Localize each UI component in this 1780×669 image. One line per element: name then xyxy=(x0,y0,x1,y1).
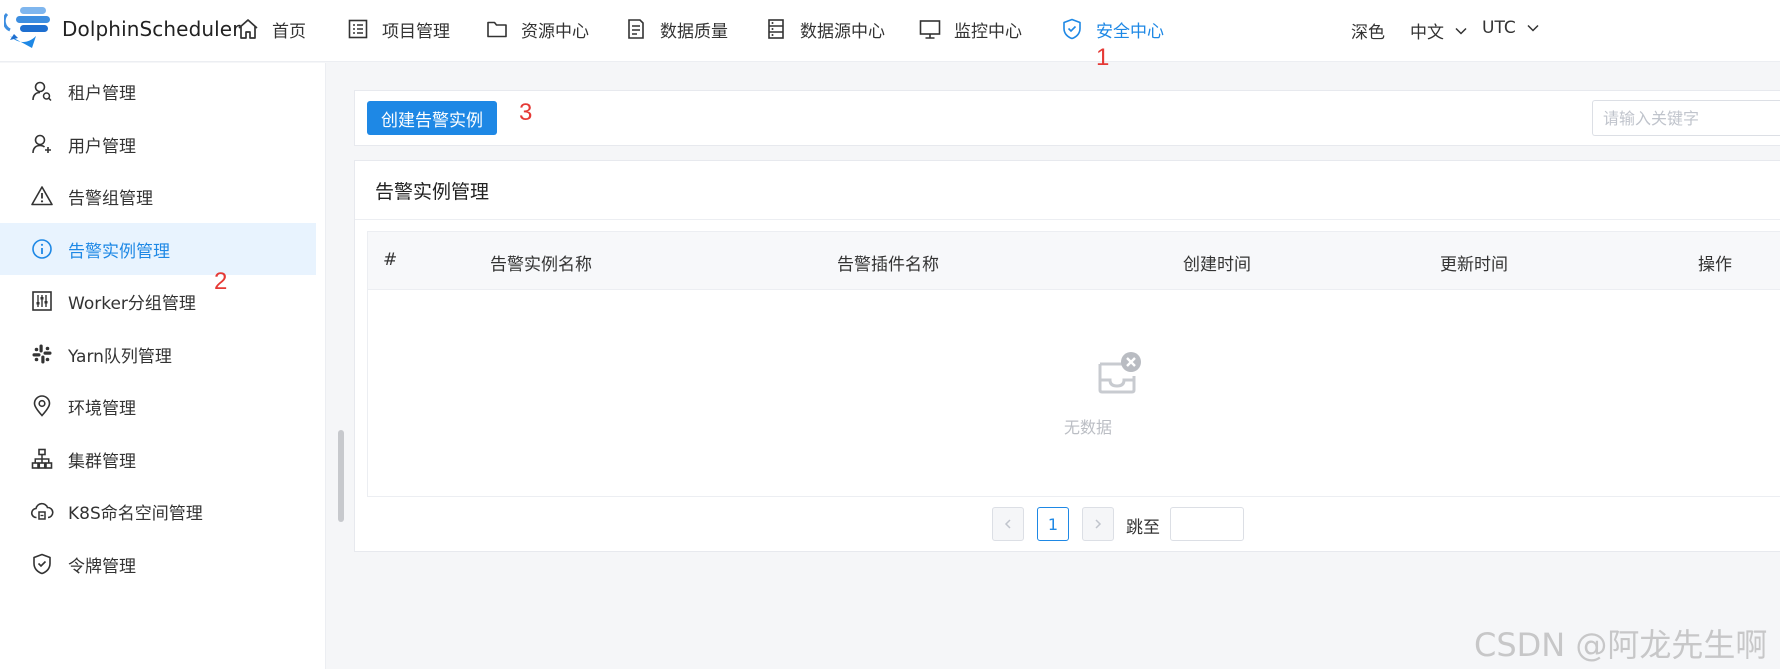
nav-label: 数据源中心 xyxy=(800,21,885,42)
column-header-operation: 操作 xyxy=(1698,255,1732,275)
nav-resources[interactable]: 资源中心 xyxy=(485,14,589,44)
sidebar-item-label: 集群管理 xyxy=(68,451,136,472)
datasource-icon xyxy=(764,17,788,41)
sidebar-item-token[interactable]: 令牌管理 xyxy=(0,538,316,590)
column-header-index: # xyxy=(383,250,398,270)
sidebar-item-label: 告警实例管理 xyxy=(68,241,170,262)
dolphinscheduler-logo[interactable] xyxy=(4,4,60,54)
data-quality-icon xyxy=(624,17,648,41)
annotation-marker-2: 2 xyxy=(214,268,228,295)
nav-monitor[interactable]: 监控中心 xyxy=(918,14,1022,44)
sidebar-item-label: 租户管理 xyxy=(68,83,136,104)
empty-data-text: 无数据 xyxy=(1063,418,1112,437)
alarm-instance-table: # 告警实例名称 告警插件名称 创建时间 更新时间 操作 无数据 xyxy=(367,231,1780,497)
divider xyxy=(355,219,1780,220)
timezone-label: UTC xyxy=(1482,18,1516,38)
sidebar-item-label: 环境管理 xyxy=(68,398,136,419)
table-header: # 告警实例名称 告警插件名称 创建时间 更新时间 操作 xyxy=(368,232,1780,290)
column-header-create-time: 创建时间 xyxy=(1183,255,1251,275)
timezone-select[interactable]: UTC xyxy=(1482,18,1540,38)
nav-label: 安全中心 xyxy=(1096,21,1164,42)
tenant-icon xyxy=(30,79,68,103)
chevron-down-icon xyxy=(1526,21,1540,35)
next-page-button[interactable] xyxy=(1082,507,1114,541)
sidebar-item-yarn-queue[interactable]: Yarn队列管理 xyxy=(0,328,316,380)
brand-name: DolphinScheduler xyxy=(62,17,241,41)
sidebar-scrollbar[interactable] xyxy=(338,430,344,522)
cloud-icon xyxy=(30,499,68,523)
sidebar-item-label: 令牌管理 xyxy=(68,556,136,577)
sidebar-item-environment[interactable]: 环境管理 xyxy=(0,380,316,432)
theme-toggle[interactable]: 深色 xyxy=(1351,18,1385,43)
toolbar-card: 创建告警实例 3 xyxy=(354,90,1780,146)
sliders-icon xyxy=(30,289,68,313)
annotation-marker-3: 3 xyxy=(519,99,533,126)
sidebar-item-user[interactable]: 用户管理 xyxy=(0,118,316,170)
annotation-marker-1: 1 xyxy=(1096,44,1110,71)
nav-datasource[interactable]: 数据源中心 xyxy=(764,14,885,44)
csdn-watermark: CSDN @阿龙先生啊 xyxy=(1474,626,1768,664)
top-header: DolphinScheduler 首页 项目管理 资源中心 数据质量 数据源中心 xyxy=(0,0,1780,71)
card-title: 告警实例管理 xyxy=(375,181,490,203)
language-select[interactable]: 中文 xyxy=(1410,18,1468,43)
token-shield-icon xyxy=(30,552,68,576)
cluster-icon xyxy=(30,447,68,471)
jump-to-page-input[interactable] xyxy=(1170,507,1244,541)
column-header-plugin-name: 告警插件名称 xyxy=(837,255,939,275)
sidebar-item-alarm-group[interactable]: 告警组管理 xyxy=(0,170,316,222)
sidebar-item-label: K8S命名空间管理 xyxy=(68,503,203,524)
location-icon xyxy=(30,394,68,418)
sidebar-item-cluster[interactable]: 集群管理 xyxy=(0,433,316,485)
sidebar-item-k8s-namespace[interactable]: K8S命名空间管理 xyxy=(0,485,316,537)
shield-icon xyxy=(1060,17,1084,41)
jump-to-label: 跳至 xyxy=(1126,518,1160,538)
nav-label: 数据质量 xyxy=(660,21,728,42)
nav-label: 资源中心 xyxy=(521,21,589,42)
sidebar-item-label: Yarn队列管理 xyxy=(68,346,172,367)
user-icon xyxy=(30,132,68,156)
nav-label: 首页 xyxy=(272,21,306,42)
sidebar-item-worker-group[interactable]: Worker分组管理 xyxy=(0,275,316,327)
sidebar-item-label: 用户管理 xyxy=(68,136,136,157)
prev-page-button[interactable] xyxy=(992,507,1024,541)
sidebar-item-label: Worker分组管理 xyxy=(68,293,196,314)
sidebar-item-alarm-instance[interactable]: 告警实例管理 xyxy=(0,223,316,275)
empty-data-icon xyxy=(1094,350,1142,398)
folder-icon xyxy=(485,17,509,41)
nav-label: 项目管理 xyxy=(382,21,450,42)
theme-label: 深色 xyxy=(1351,23,1385,43)
info-icon xyxy=(30,237,68,261)
nav-home[interactable]: 首页 xyxy=(236,14,306,44)
page-number-button[interactable]: 1 xyxy=(1037,507,1069,541)
search-input[interactable] xyxy=(1592,100,1780,136)
sidebar-item-label: 告警组管理 xyxy=(68,188,153,209)
chevron-down-icon xyxy=(1454,24,1468,38)
chevron-left-icon xyxy=(1002,518,1014,530)
chevron-right-icon xyxy=(1092,518,1104,530)
slack-icon xyxy=(30,342,68,366)
project-icon xyxy=(346,17,370,41)
monitor-icon xyxy=(918,17,942,41)
sidebar-item-tenant[interactable]: 租户管理 xyxy=(0,65,316,117)
column-header-instance-name: 告警实例名称 xyxy=(490,255,592,275)
nav-projects[interactable]: 项目管理 xyxy=(346,14,450,44)
nav-label: 监控中心 xyxy=(954,21,1022,42)
warning-icon xyxy=(30,184,68,208)
nav-security[interactable]: 安全中心 xyxy=(1060,14,1164,44)
nav-data-quality[interactable]: 数据质量 xyxy=(624,14,728,44)
language-label: 中文 xyxy=(1410,23,1444,43)
alarm-instance-card: 告警实例管理 # 告警实例名称 告警插件名称 创建时间 更新时间 操作 无数据 … xyxy=(354,160,1780,552)
home-icon xyxy=(236,17,260,41)
column-header-update-time: 更新时间 xyxy=(1440,255,1508,275)
sidebar: 租户管理 用户管理 告警组管理 告警实例管理 Worker分组管理 Yarn队列… xyxy=(0,63,326,669)
create-alarm-instance-button[interactable]: 创建告警实例 xyxy=(367,101,497,135)
